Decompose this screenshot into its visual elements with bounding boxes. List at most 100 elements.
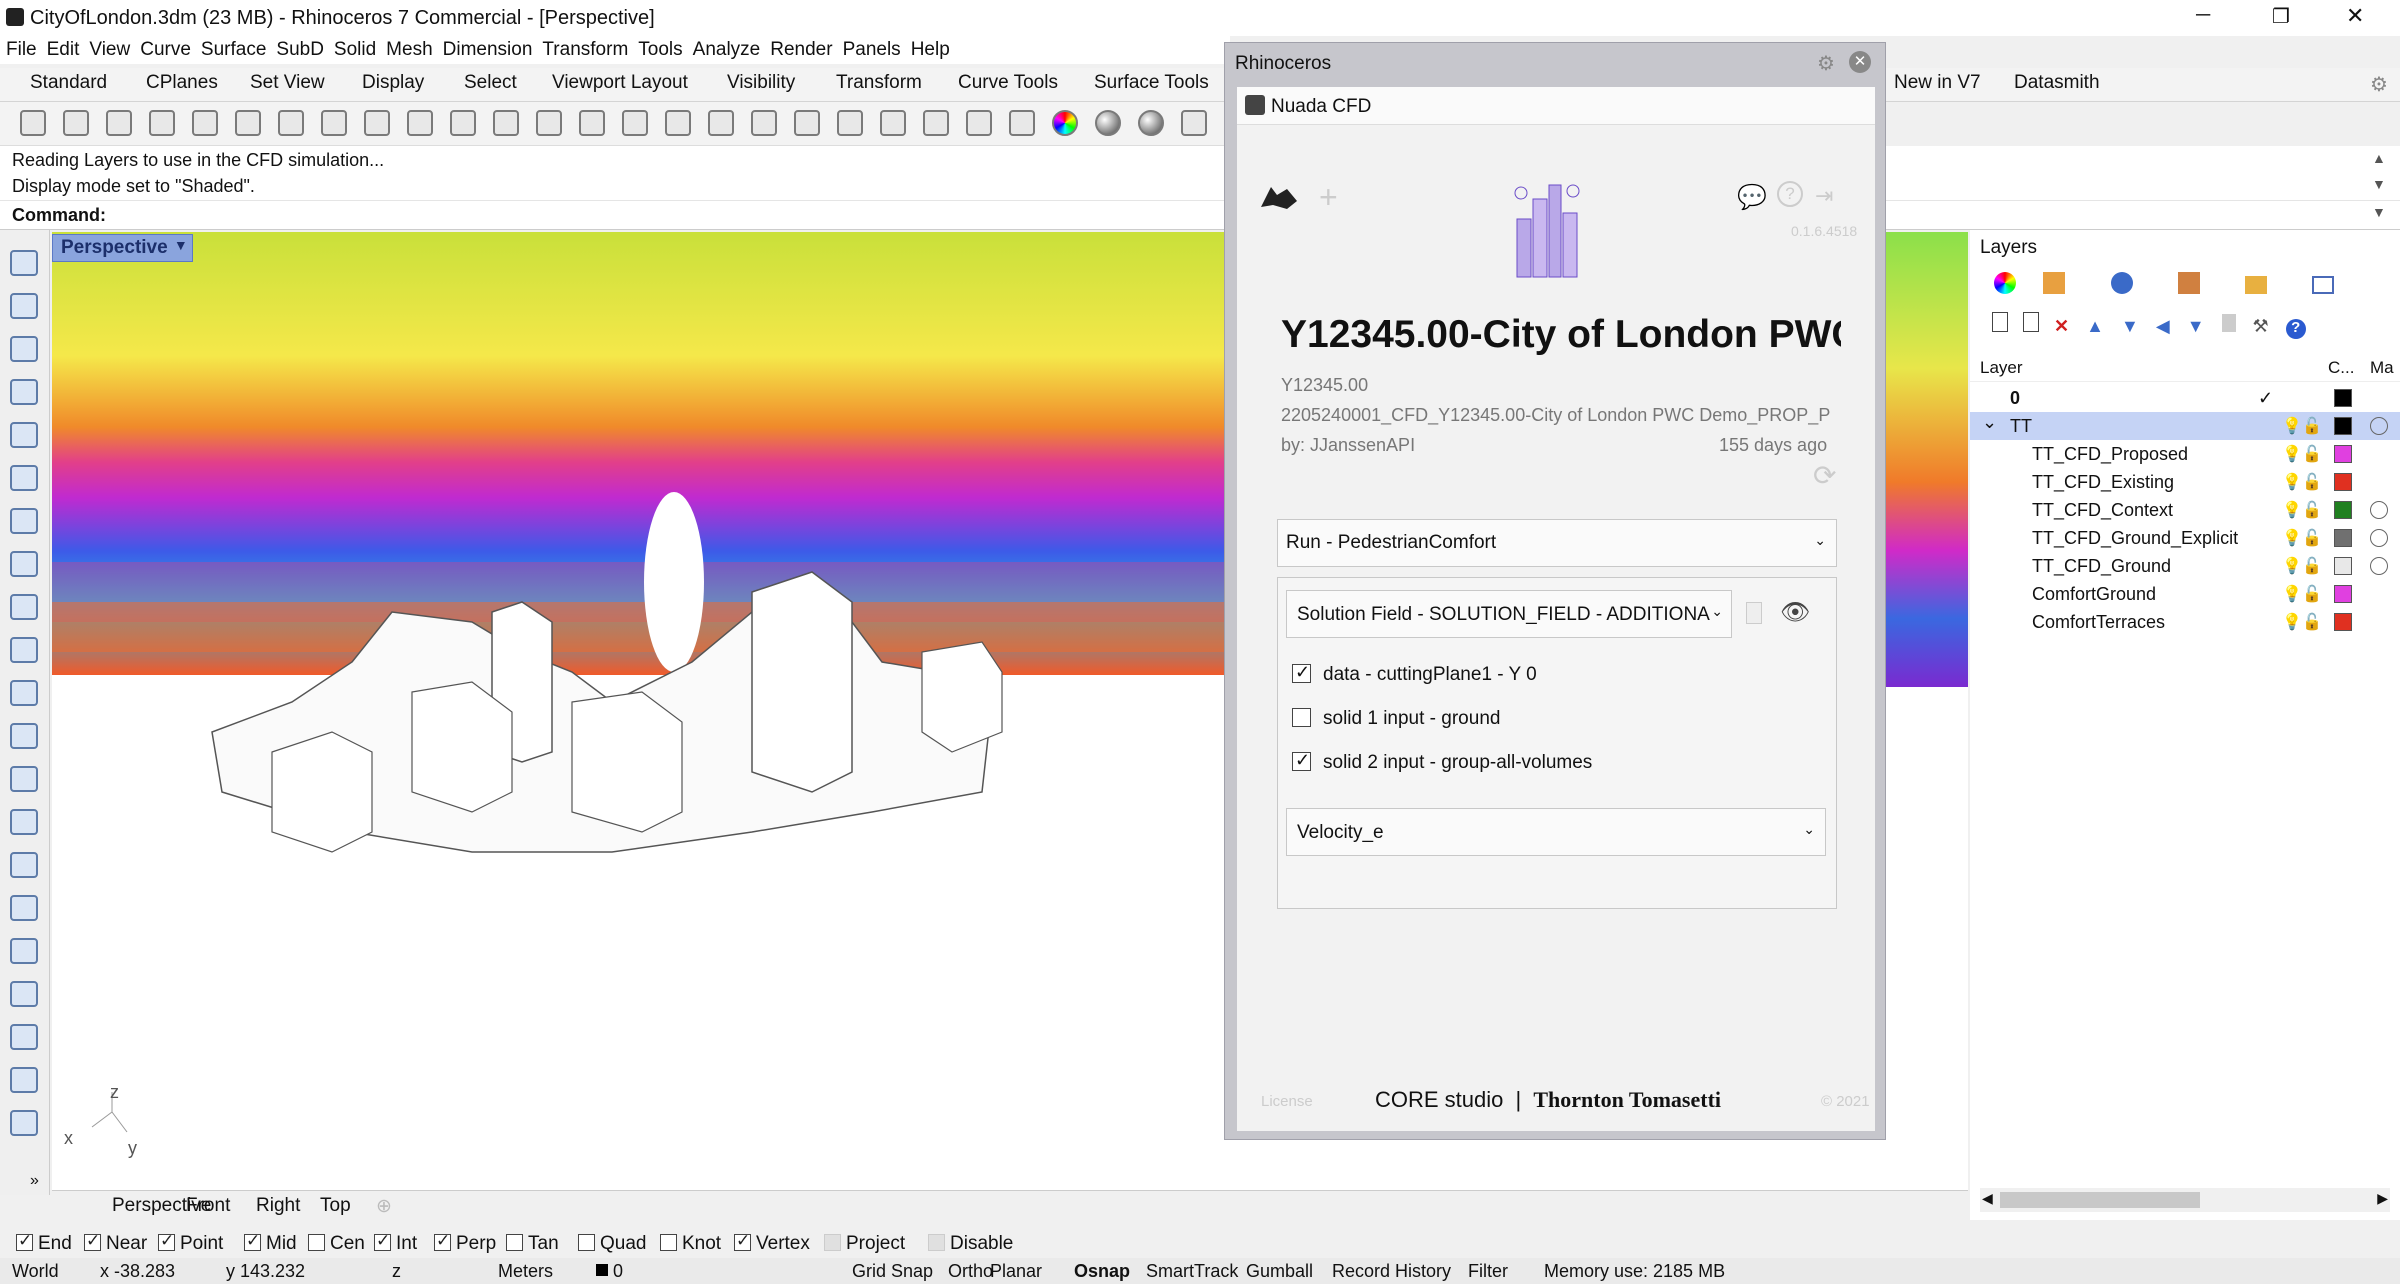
color-wheel-icon[interactable] — [1994, 272, 2016, 294]
left-edit-icon[interactable] — [10, 938, 38, 964]
gear-icon[interactable]: ⚙ — [1817, 51, 1835, 76]
left-polyline-icon[interactable] — [10, 336, 38, 362]
render-icon[interactable] — [1181, 110, 1207, 136]
move-up-icon[interactable]: ▲ — [2086, 316, 2104, 336]
lightbulb-icon[interactable]: 💡 — [2282, 500, 2302, 520]
layer-color-swatch[interactable] — [2334, 445, 2352, 463]
refresh-icon[interactable]: ⟳ — [1813, 459, 1836, 492]
layer-row-tt_cfd_existing[interactable]: TT_CFD_Existing 💡 🔓 — [1970, 468, 2400, 496]
layer-row-tt_cfd_ground_explicit[interactable]: TT_CFD_Ground_Explicit 💡 🔓 — [1970, 524, 2400, 552]
left-transform-icon[interactable] — [10, 895, 38, 921]
delete-layer-icon[interactable]: ✕ — [2054, 316, 2069, 336]
status-toggle-record-history[interactable]: Record History — [1332, 1261, 1451, 1282]
lightbulb-icon[interactable]: 💡 — [2282, 528, 2302, 548]
car-icon[interactable] — [751, 110, 777, 136]
left-mesh-icon[interactable] — [10, 852, 38, 878]
osnap-tan[interactable]: Tan — [506, 1233, 559, 1255]
paste-icon[interactable] — [321, 110, 347, 136]
scroll-thumb[interactable] — [2000, 1192, 2200, 1208]
lock-icon[interactable]: 🔓 — [2302, 612, 2322, 632]
menu-item-surface[interactable]: Surface — [201, 39, 266, 61]
grid-icon[interactable] — [708, 110, 734, 136]
display-tab-icon[interactable] — [2312, 276, 2335, 294]
left-polygon-icon[interactable] — [10, 594, 38, 620]
move-down-icon[interactable]: ▼ — [2121, 316, 2139, 336]
layer-color-swatch[interactable] — [2334, 529, 2352, 547]
material-icon[interactable] — [2370, 557, 2388, 575]
zoom-window-icon[interactable] — [536, 110, 562, 136]
lock-icon[interactable]: 🔓 — [2302, 500, 2322, 520]
lock-icon[interactable]: 🔓 — [2302, 556, 2322, 576]
toolbar-tab-display[interactable]: Display — [362, 72, 424, 94]
move-out-icon[interactable]: ◀ — [2156, 316, 2170, 336]
pan-icon[interactable] — [407, 110, 433, 136]
left-circle-icon[interactable] — [10, 422, 38, 448]
print-icon[interactable] — [149, 110, 175, 136]
new-layer-icon[interactable] — [1992, 312, 2008, 332]
close-button[interactable]: ✕ — [2346, 3, 2364, 29]
command-history-toggle-icon[interactable]: ▼ — [2372, 204, 2386, 220]
new-icon[interactable] — [20, 110, 46, 136]
add-icon[interactable]: + — [1319, 179, 1338, 216]
logout-icon[interactable]: ⇥ — [1815, 183, 1833, 209]
license-link[interactable]: License — [1261, 1093, 1313, 1110]
paint-tab-icon[interactable] — [2177, 272, 2200, 294]
scroll-down-icon[interactable]: ▼ — [2372, 176, 2386, 192]
left-dimension-icon[interactable] — [10, 1024, 38, 1050]
left-freeform-icon[interactable] — [10, 637, 38, 663]
layer-row-comfortterraces[interactable]: ComfortTerraces 💡 🔓 — [1970, 608, 2400, 636]
menu-item-subd[interactable]: SubD — [276, 39, 324, 61]
left-gumball-icon[interactable] — [10, 981, 38, 1007]
add-viewport-icon[interactable]: ⊕ — [376, 1195, 392, 1218]
help-icon[interactable]: ? — [2285, 319, 2306, 339]
layer-row-tt_cfd_context[interactable]: TT_CFD_Context 💡 🔓 — [1970, 496, 2400, 524]
measure-icon[interactable] — [794, 110, 820, 136]
zoom-extents-icon[interactable] — [579, 110, 605, 136]
lock-icon[interactable]: 🔓 — [2302, 584, 2322, 604]
filter-icon[interactable]: ▼ — [2187, 316, 2205, 336]
toolbar-tab-standard[interactable]: Standard — [30, 72, 107, 94]
layer-color-swatch[interactable] — [2334, 613, 2352, 631]
osnap-checkbox[interactable] — [434, 1231, 451, 1251]
osnap-point[interactable]: Point — [158, 1231, 223, 1255]
color-icon[interactable] — [1052, 110, 1078, 136]
chat-icon[interactable]: 💬 — [1737, 183, 1767, 212]
osnap-checkbox[interactable] — [158, 1231, 175, 1251]
file-icon[interactable] — [1746, 602, 1762, 624]
dialog-close-button[interactable]: ✕ — [1849, 51, 1871, 73]
left-boolean-icon[interactable] — [10, 809, 38, 835]
lightbulb-icon[interactable]: 💡 — [2282, 416, 2302, 436]
toolbar-tab-new-in-v7[interactable]: New in V7 — [1894, 72, 1981, 94]
lightbulb-icon[interactable]: 💡 — [2282, 584, 2302, 604]
toolbar-tab-viewport-layout[interactable]: Viewport Layout — [552, 72, 688, 94]
layer-row-tt[interactable]: ⌄ TT 💡 🔓 — [1970, 412, 2400, 440]
field-dropdown[interactable]: Velocity_e ⌄ — [1286, 808, 1826, 856]
osnap-checkbox[interactable] — [244, 1231, 261, 1251]
osnap-disable[interactable]: Disable — [928, 1233, 1013, 1255]
gear-icon[interactable]: ⚙ — [2370, 72, 2388, 97]
viewport-menu-icon[interactable]: ▼ — [174, 237, 188, 253]
lock-icon[interactable]: 🔓 — [2302, 472, 2322, 492]
expand-chevron-icon[interactable]: ⌄ — [1982, 412, 1997, 433]
save-icon[interactable] — [106, 110, 132, 136]
osnap-checkbox[interactable] — [660, 1234, 677, 1251]
menu-item-help[interactable]: Help — [911, 39, 950, 61]
left-rectangle-icon[interactable] — [10, 551, 38, 577]
status-toggle-smarttrack[interactable]: SmartTrack — [1146, 1261, 1238, 1282]
layers-tab-icon[interactable] — [2043, 272, 2066, 294]
cplane-indicator[interactable]: World — [12, 1261, 59, 1282]
toolbar-tab-cplanes[interactable]: CPlanes — [146, 72, 218, 94]
osnap-checkbox[interactable] — [308, 1234, 325, 1251]
layer-color-swatch[interactable] — [2334, 585, 2352, 603]
menu-item-dimension[interactable]: Dimension — [443, 39, 533, 61]
toolbar-tab-datasmith[interactable]: Datasmith — [2014, 72, 2100, 94]
lightbulb-icon[interactable]: 💡 — [2282, 556, 2302, 576]
nuada-tab[interactable]: Nuada CFD — [1237, 87, 1875, 125]
osnap-mid[interactable]: Mid — [244, 1231, 297, 1255]
left-solid-icon[interactable] — [10, 766, 38, 792]
scroll-left-icon[interactable]: ◀ — [1982, 1190, 1993, 1207]
copy-icon[interactable] — [278, 110, 304, 136]
viewport-tab-top[interactable]: Top — [320, 1195, 351, 1217]
menu-item-curve[interactable]: Curve — [140, 39, 191, 61]
bulb-icon[interactable] — [923, 110, 949, 136]
